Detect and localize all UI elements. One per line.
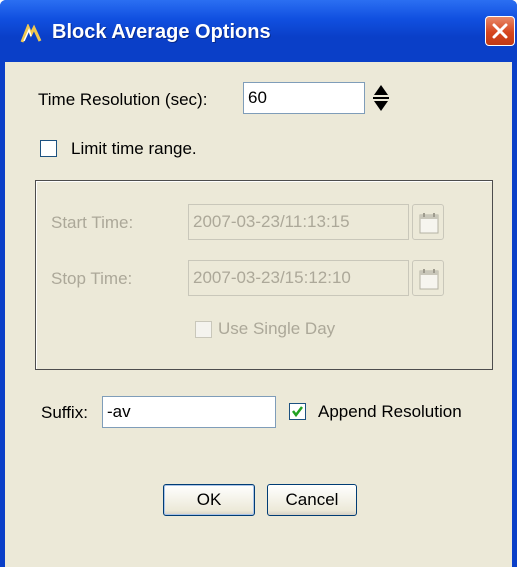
spinner-down-button[interactable] — [371, 98, 391, 114]
time-resolution-label: Time Resolution (sec): — [38, 90, 208, 109]
title-bar[interactable]: Block Average Options — [0, 0, 517, 62]
close-icon — [492, 23, 508, 39]
stop-time-calendar-button[interactable] — [412, 260, 444, 296]
close-button[interactable] — [485, 16, 515, 46]
arrow-down-icon — [374, 101, 388, 111]
start-time-input[interactable]: 2007-03-23/11:13:15 — [188, 204, 409, 240]
time-resolution-spinner — [371, 82, 391, 114]
suffix-input[interactable]: -av — [102, 396, 276, 428]
suffix-label: Suffix: — [41, 403, 88, 422]
dialog-body: Time Resolution (sec): 60 Limit time ran… — [5, 62, 512, 567]
limit-time-range-label: Limit time range. — [71, 139, 197, 158]
calendar-icon — [419, 269, 439, 290]
ok-button[interactable]: OK — [163, 484, 255, 516]
arrow-up-icon — [374, 85, 388, 95]
window-title: Block Average Options — [52, 21, 271, 43]
append-resolution-label: Append Resolution — [318, 402, 462, 421]
limit-time-range-checkbox[interactable] — [40, 140, 57, 157]
spinner-up-button[interactable] — [371, 82, 391, 98]
start-time-label: Start Time: — [51, 213, 134, 232]
append-resolution-checkbox[interactable] — [289, 403, 306, 420]
use-single-day-label: Use Single Day — [218, 319, 336, 338]
use-single-day-checkbox[interactable] — [195, 321, 212, 338]
time-resolution-input[interactable]: 60 — [243, 82, 365, 114]
cancel-button[interactable]: Cancel — [267, 484, 357, 516]
start-time-calendar-button[interactable] — [412, 204, 444, 240]
dialog-window: Block Average Options Time Resolution (s… — [0, 0, 517, 567]
stop-time-label: Stop Time: — [51, 269, 133, 288]
calendar-icon — [419, 213, 439, 234]
app-logo-icon — [20, 23, 42, 44]
checkmark-icon — [292, 406, 303, 418]
stop-time-input[interactable]: 2007-03-23/15:12:10 — [188, 260, 409, 296]
